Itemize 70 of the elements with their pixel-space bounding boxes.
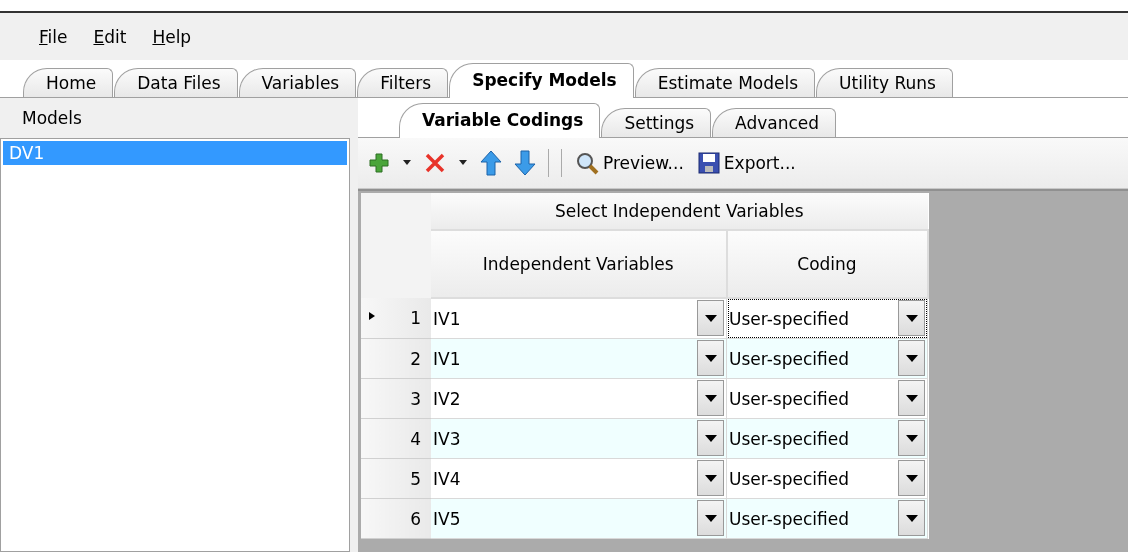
row-number: 3 [410,388,421,409]
caret-icon [704,354,717,362]
tab[interactable]: Home [23,68,114,97]
caret-icon [402,160,412,166]
combo-box[interactable]: User-specified [726,458,928,499]
caret-icon [905,434,918,442]
column-header[interactable]: Independent Variables [431,230,727,298]
combo-box[interactable]: IV3 [431,418,727,459]
arrow-up-button[interactable] [478,148,504,178]
tab[interactable]: Estimate Models [634,68,816,97]
plus-button[interactable] [366,150,392,176]
menu-item[interactable]: File [30,22,77,51]
row-number: 5 [410,468,421,489]
tab[interactable]: Filters [357,68,449,97]
combo-box[interactable]: User-specified [726,298,928,339]
combo-box[interactable]: User-specified [726,338,928,379]
dropdown-button[interactable] [697,460,724,496]
dropdown-button[interactable] [697,340,724,376]
search-icon [575,151,599,175]
caret-icon [905,394,918,402]
menu-item[interactable]: Edit [84,22,136,51]
export-button[interactable]: Export... [694,150,799,176]
dropdown-button[interactable] [898,340,925,376]
tab[interactable]: Settings [601,108,712,137]
column-group-header: Select Independent Variables [431,193,928,230]
combo-box[interactable]: IV5 [431,498,727,539]
caret-icon [704,434,717,442]
caret-icon [458,160,468,166]
row-number: 6 [410,508,421,529]
caret-icon [704,474,717,482]
arrow-down-icon [514,150,536,176]
combo-box[interactable]: IV1 [431,338,727,379]
column-header[interactable]: Coding [726,230,928,298]
dropdown-button[interactable] [898,420,925,456]
row-number: 4 [410,428,421,449]
dropdown-button[interactable] [898,300,925,336]
menu-item[interactable]: Help [143,22,201,51]
tab[interactable]: Variables [238,68,357,97]
combo-box[interactable]: User-specified [726,378,928,419]
delete-icon [424,152,446,174]
dropdown-button[interactable] [697,500,724,536]
combo-box[interactable]: IV2 [431,378,727,419]
plus-icon [368,152,390,174]
caret-icon [905,514,918,522]
dropdown-button[interactable] [898,460,925,496]
caret-icon [905,474,918,482]
caret-icon [905,314,918,322]
caret-icon [905,354,918,362]
arrow-down-button[interactable] [512,148,538,178]
tab[interactable]: Variable Codings [399,103,601,138]
caret-icon [704,394,717,402]
dropdown-button[interactable] [697,420,724,456]
combo-box[interactable]: User-specified [726,498,928,539]
dropdown-button[interactable] [898,380,925,416]
caret-icon [704,314,717,322]
combo-box[interactable]: IV1 [431,298,727,339]
tab[interactable]: Advanced [712,108,837,137]
combo-box[interactable]: User-specified [726,418,928,459]
tab[interactable]: Utility Runs [816,68,953,97]
row-number: 2 [410,348,421,369]
arrow-up-icon [480,150,502,176]
tab[interactable]: Specify Models [449,63,634,98]
caret-icon [704,514,717,522]
dropdown-button[interactable] [697,380,724,416]
dropdown-button[interactable] [898,500,925,536]
combo-box[interactable]: IV4 [431,458,727,499]
tab[interactable]: Data Files [114,68,238,97]
preview-button[interactable]: Preview... [572,149,687,177]
row-number: 1 [410,308,421,328]
dropdown-button[interactable] [697,300,724,336]
